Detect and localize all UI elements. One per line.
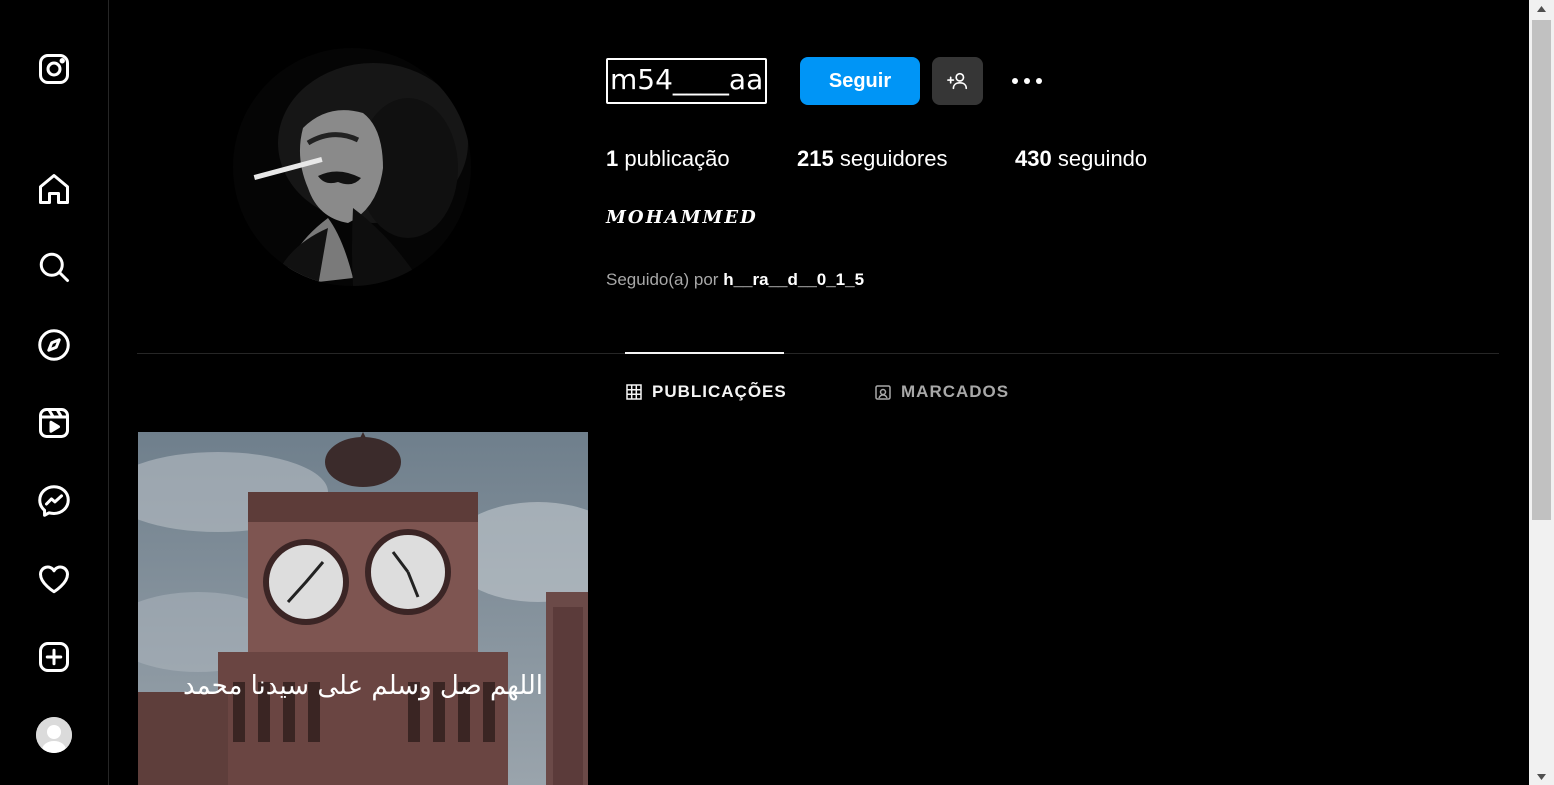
triangle-up-icon: [1537, 5, 1546, 12]
create-icon[interactable]: [34, 637, 74, 677]
followers-count-label: seguidores: [839, 146, 948, 171]
scroll-up-arrow[interactable]: [1529, 0, 1554, 17]
posts-count-value: 1: [606, 146, 619, 171]
profile-picture[interactable]: [233, 48, 471, 286]
explore-icon[interactable]: [34, 325, 74, 365]
followed-by-prefix: Seguido(a) por: [606, 270, 719, 289]
followers-count-value: 215: [797, 146, 834, 171]
add-person-icon: [946, 72, 967, 90]
tab-publicacoes-label: PUBLICAÇÕES: [652, 382, 787, 401]
home-icon[interactable]: [34, 169, 74, 209]
reels-icon[interactable]: [34, 403, 74, 443]
username: m54____aa: [606, 58, 768, 104]
following-link[interactable]: 430 seguindo: [1015, 146, 1147, 172]
sidebar: [0, 0, 109, 785]
tab-marcados-label: MARCADOS: [901, 382, 1010, 401]
active-tab-indicator: [625, 352, 784, 354]
instagram-logo-icon[interactable]: [34, 49, 74, 89]
tab-marcados[interactable]: MARCADOS: [875, 380, 1009, 404]
followed-by[interactable]: Seguido(a) por h__ra__d__0_1_5: [606, 270, 864, 290]
following-count-label: seguindo: [1057, 146, 1148, 171]
posts-count: 1 publicação: [606, 146, 730, 172]
more-icon: [1012, 78, 1042, 84]
scroll-thumb[interactable]: [1532, 20, 1551, 520]
profile-avatar[interactable]: [36, 717, 72, 753]
triangle-down-icon: [1537, 773, 1546, 780]
tab-publicacoes[interactable]: PUBLICAÇÕES: [626, 380, 787, 404]
posts-count-label: publicação: [624, 146, 730, 171]
scroll-down-arrow[interactable]: [1529, 768, 1554, 785]
messenger-icon[interactable]: [34, 481, 74, 521]
grid-icon: [626, 384, 642, 400]
post-caption: اللهم صل وسلم على سيدنا محمد: [183, 671, 543, 701]
followed-by-username: h__ra__d__0_1_5: [723, 270, 865, 289]
post-thumbnail[interactable]: اللهم صل وسلم على سيدنا محمد: [138, 432, 588, 785]
profile-main: m54____aa Seguir 1 publicação 215 seguid…: [109, 0, 1529, 785]
tagged-icon: [875, 385, 891, 400]
followers-link[interactable]: 215 seguidores: [797, 146, 947, 172]
page-scrollbar[interactable]: [1529, 0, 1554, 785]
heart-icon[interactable]: [34, 559, 74, 599]
more-options-button[interactable]: [1005, 66, 1049, 96]
following-count-value: 430: [1015, 146, 1052, 171]
post-image: اللهم صل وسلم على سيدنا محمد: [138, 432, 588, 785]
suggested-users-button[interactable]: [932, 57, 983, 105]
tabs-divider: [137, 353, 1499, 354]
search-icon[interactable]: [34, 247, 74, 287]
full-name: MOHAMMED: [606, 207, 758, 228]
follow-button[interactable]: Seguir: [800, 57, 920, 105]
